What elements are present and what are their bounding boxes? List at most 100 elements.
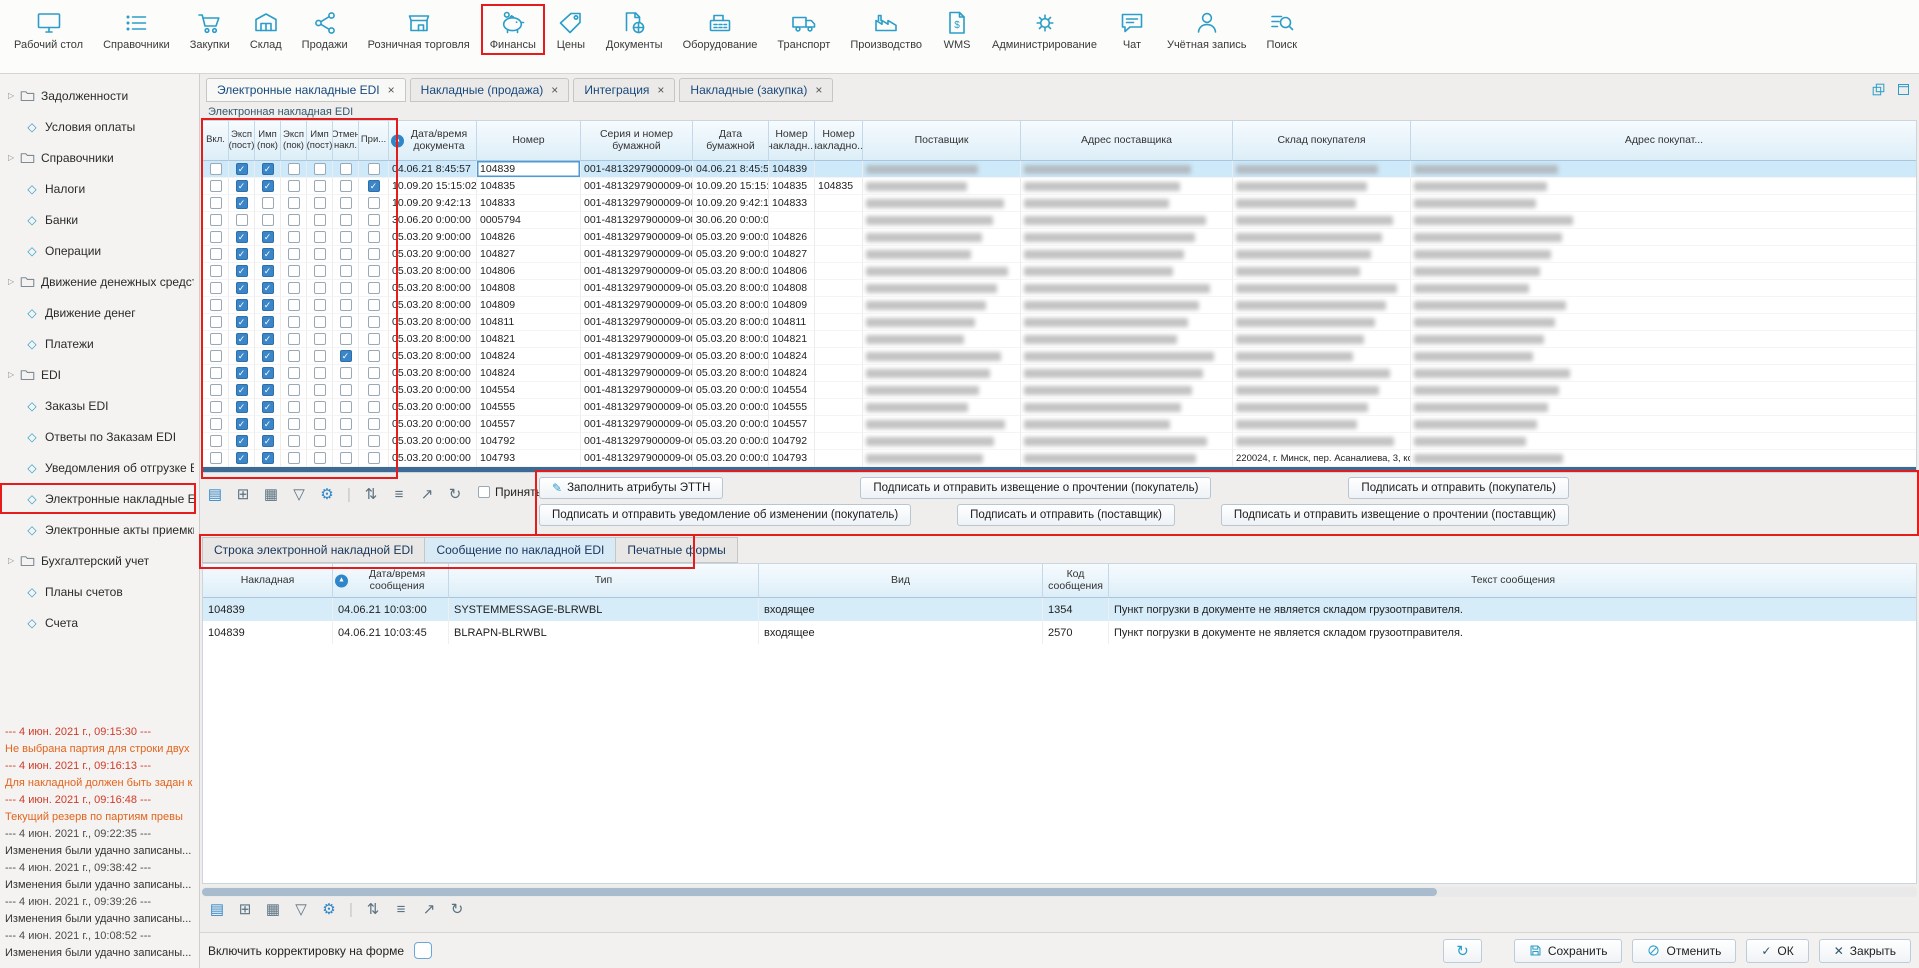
table-row[interactable]: ✓✓05.03.20 8:00:00104811001-481329790000… bbox=[203, 314, 1916, 331]
cell[interactable] bbox=[1233, 229, 1411, 246]
table-row[interactable]: ✓✓05.03.20 0:00:00104554001-481329790000… bbox=[203, 382, 1916, 399]
ok-button[interactable]: ✓ОК bbox=[1746, 939, 1808, 963]
cell[interactable]: 104824 bbox=[477, 348, 581, 365]
cell[interactable]: 001-4813297900009-000 bbox=[581, 348, 693, 365]
toolbar-item-finance[interactable]: Финансы bbox=[481, 4, 545, 55]
row-checkbox[interactable] bbox=[368, 367, 380, 379]
column-header[interactable]: Эксп (пост) bbox=[229, 121, 255, 161]
column-header[interactable]: Текст сообщения bbox=[1109, 564, 1917, 598]
cell[interactable] bbox=[815, 433, 863, 450]
expand-arrow-icon[interactable]: ▷ bbox=[8, 370, 20, 379]
cell[interactable]: 05.03.20 8:00:00 bbox=[389, 280, 477, 297]
tree-item[interactable]: ◇Планы счетов bbox=[0, 576, 196, 607]
cell[interactable] bbox=[863, 195, 1021, 212]
table-row[interactable]: 30.06.20 0:00:000005794001-4813297900009… bbox=[203, 212, 1916, 229]
cell[interactable] bbox=[815, 382, 863, 399]
cell[interactable]: 001-4813297900009-000 bbox=[581, 229, 693, 246]
cell[interactable] bbox=[1411, 348, 1917, 365]
cell[interactable] bbox=[815, 314, 863, 331]
partially-visible-row[interactable] bbox=[203, 467, 1916, 473]
row-checkbox[interactable] bbox=[288, 367, 300, 379]
cell[interactable]: 001-4813297900009-000 bbox=[581, 161, 693, 178]
cell[interactable] bbox=[1021, 433, 1233, 450]
cell[interactable] bbox=[1021, 212, 1233, 229]
row-checkbox[interactable] bbox=[368, 197, 380, 209]
row-checkbox[interactable] bbox=[288, 418, 300, 430]
cell[interactable] bbox=[1233, 416, 1411, 433]
toolbar-item-administration[interactable]: Администрирование bbox=[983, 4, 1106, 55]
cell[interactable] bbox=[1021, 263, 1233, 280]
cell[interactable]: 10.09.20 15:15:02 bbox=[389, 178, 477, 195]
toolbar-item-documents[interactable]: Документы bbox=[597, 4, 672, 55]
cell[interactable]: 104824 bbox=[769, 365, 815, 382]
row-checkbox[interactable] bbox=[368, 401, 380, 413]
row-checkbox[interactable] bbox=[210, 265, 222, 277]
table-row[interactable]: ✓✓05.03.20 0:00:00104557001-481329790000… bbox=[203, 416, 1916, 433]
row-checkbox[interactable] bbox=[368, 384, 380, 396]
cell[interactable]: 05.03.20 9:00:00 bbox=[693, 229, 769, 246]
column-header[interactable]: Номер накладно... bbox=[815, 121, 863, 161]
row-checkbox[interactable] bbox=[368, 248, 380, 260]
cell[interactable] bbox=[1233, 161, 1411, 178]
row-checkbox[interactable] bbox=[314, 367, 326, 379]
row-checkbox[interactable] bbox=[210, 401, 222, 413]
tree-item[interactable]: ▷Бухгалтерский учет bbox=[0, 545, 196, 576]
toolbar-item-desktop[interactable]: Рабочий стол bbox=[5, 4, 92, 55]
row-checkbox[interactable] bbox=[340, 367, 352, 379]
cell[interactable]: 104555 bbox=[477, 399, 581, 416]
cell[interactable]: 05.03.20 0:00:00 bbox=[693, 399, 769, 416]
row-checkbox[interactable] bbox=[368, 282, 380, 294]
cell[interactable]: 05.03.20 0:00:00 bbox=[693, 450, 769, 467]
cell[interactable] bbox=[1021, 348, 1233, 365]
cell[interactable]: 30.06.20 0:00:00 bbox=[389, 212, 477, 229]
cell[interactable]: 04.06.21 8:45:57 bbox=[693, 161, 769, 178]
toolbar-item-search[interactable]: Поиск bbox=[1258, 4, 1306, 55]
toolbar-item-transport[interactable]: Транспорт bbox=[768, 4, 839, 55]
row-checkbox[interactable] bbox=[340, 401, 352, 413]
cell[interactable]: 104821 bbox=[477, 331, 581, 348]
column-header[interactable]: Склад покупателя bbox=[1233, 121, 1411, 161]
row-checkbox[interactable] bbox=[210, 282, 222, 294]
cell[interactable]: 104793 bbox=[477, 450, 581, 467]
cell[interactable] bbox=[1411, 246, 1917, 263]
settings-icon[interactable]: ⚙ bbox=[318, 485, 336, 503]
row-checkbox[interactable] bbox=[340, 435, 352, 447]
cell[interactable]: 05.03.20 8:00:00 bbox=[389, 348, 477, 365]
cell[interactable] bbox=[1411, 450, 1917, 467]
sign-send-change-notice-buyer-button[interactable]: Подписать и отправить уведомление об изм… bbox=[539, 504, 911, 526]
cell[interactable]: 104839 bbox=[769, 161, 815, 178]
cell[interactable]: 001-4813297900009-000 bbox=[581, 212, 693, 229]
toolbar-item-production[interactable]: Производство bbox=[841, 4, 931, 55]
cell[interactable]: 001-4813297900009-000 bbox=[581, 314, 693, 331]
cell[interactable]: 001-4813297900009-000 bbox=[581, 450, 693, 467]
cell[interactable]: 104811 bbox=[769, 314, 815, 331]
row-checkbox[interactable] bbox=[340, 163, 352, 175]
tab-close-icon[interactable]: × bbox=[388, 83, 395, 97]
row-checkbox[interactable]: ✓ bbox=[236, 316, 248, 328]
cell[interactable] bbox=[1411, 297, 1917, 314]
cell[interactable] bbox=[1411, 382, 1917, 399]
view-calendar-icon[interactable]: ▦ bbox=[262, 485, 280, 503]
save-button[interactable]: Сохранить bbox=[1514, 939, 1623, 963]
column-header[interactable]: Код сообщения bbox=[1043, 564, 1109, 598]
cell[interactable]: 104809 bbox=[769, 297, 815, 314]
expand-arrow-icon[interactable]: ▷ bbox=[8, 277, 20, 286]
cell[interactable] bbox=[1021, 195, 1233, 212]
column-header[interactable]: Дата бумажной bbox=[693, 121, 769, 161]
row-checkbox[interactable] bbox=[288, 333, 300, 345]
row-checkbox[interactable]: ✓ bbox=[236, 180, 248, 192]
row-checkbox[interactable] bbox=[288, 435, 300, 447]
toolbar-item-chat[interactable]: Чат bbox=[1108, 4, 1156, 55]
table-row[interactable]: ✓✓04.06.21 8:45:57104839001-481329790000… bbox=[203, 161, 1916, 178]
table-row[interactable]: ✓✓05.03.20 0:00:00104793001-481329790000… bbox=[203, 450, 1916, 467]
table-row[interactable]: ✓✓✓10.09.20 15:15:02104835001-4813297900… bbox=[203, 178, 1916, 195]
message-row[interactable]: 10483904.06.21 10:03:00SYSTEMMESSAGE-BLR… bbox=[203, 598, 1916, 621]
row-checkbox[interactable]: ✓ bbox=[262, 435, 274, 447]
cell[interactable]: 104806 bbox=[477, 263, 581, 280]
row-checkbox[interactable] bbox=[288, 316, 300, 328]
cell[interactable]: 05.03.20 0:00:00 bbox=[389, 416, 477, 433]
cell[interactable]: 05.03.20 8:00:00 bbox=[693, 348, 769, 365]
row-checkbox[interactable] bbox=[288, 163, 300, 175]
row-checkbox[interactable] bbox=[340, 282, 352, 294]
row-checkbox[interactable] bbox=[288, 299, 300, 311]
